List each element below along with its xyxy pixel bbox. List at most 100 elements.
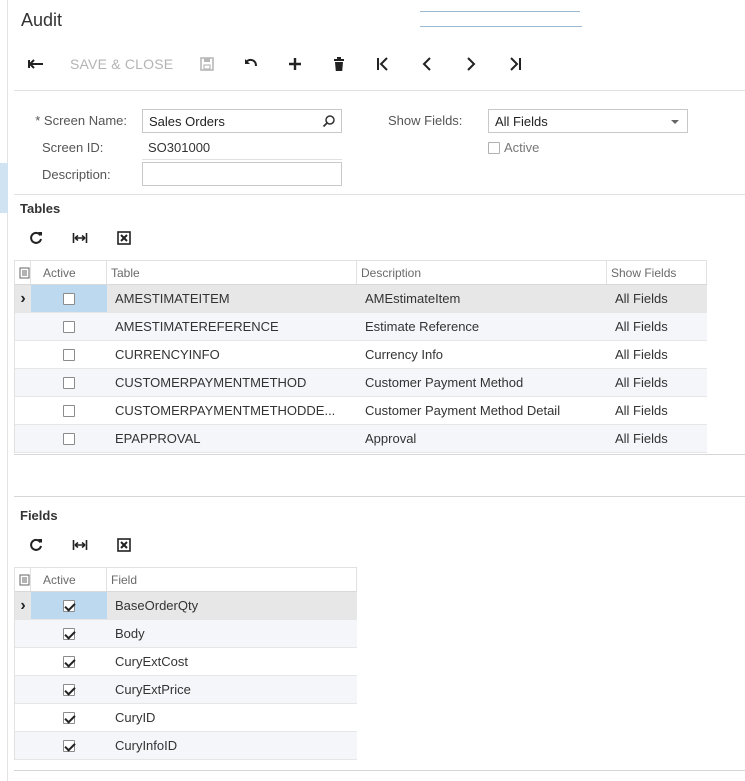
show-fields-select[interactable]: All Fields bbox=[488, 109, 688, 133]
active-cell[interactable] bbox=[31, 313, 107, 340]
active-checkbox[interactable] bbox=[63, 292, 75, 305]
description-cell[interactable]: Currency Info bbox=[357, 341, 607, 368]
active-cell[interactable] bbox=[31, 397, 107, 424]
row-selector[interactable] bbox=[15, 648, 31, 675]
active-checkbox[interactable] bbox=[63, 655, 75, 668]
table-row[interactable]: AMESTIMATEREFERENCE Estimate Reference All… bbox=[15, 313, 707, 341]
description-cell[interactable]: AMEstimateItem bbox=[357, 285, 607, 312]
save-close-button[interactable]: SAVE & CLOSE bbox=[58, 48, 185, 80]
field-name-cell[interactable]: CuryExtPrice bbox=[107, 676, 357, 703]
next-record-button[interactable] bbox=[449, 48, 493, 80]
table-name-cell[interactable]: AMESTIMATEITEM bbox=[107, 285, 357, 312]
active-cell[interactable] bbox=[31, 341, 107, 368]
table-name-cell[interactable]: EPAPPROVAL bbox=[107, 425, 357, 452]
column-chooser-icon[interactable] bbox=[15, 568, 31, 591]
row-selector[interactable] bbox=[15, 704, 31, 731]
first-record-button[interactable] bbox=[361, 48, 405, 80]
row-selector[interactable] bbox=[15, 676, 31, 703]
show-fields-cell[interactable]: All Fields bbox=[607, 425, 707, 452]
previous-record-button[interactable] bbox=[405, 48, 449, 80]
header-description[interactable]: Description bbox=[357, 261, 607, 284]
active-cell[interactable] bbox=[31, 620, 107, 647]
active-checkbox[interactable] bbox=[488, 141, 500, 154]
active-checkbox[interactable] bbox=[63, 739, 75, 752]
current-row-indicator[interactable]: › bbox=[15, 592, 31, 619]
active-checkbox[interactable] bbox=[63, 711, 75, 724]
active-checkbox[interactable] bbox=[63, 432, 75, 445]
active-checkbox[interactable] bbox=[63, 320, 75, 333]
active-toggle[interactable]: Active bbox=[488, 140, 539, 155]
header-active[interactable]: Active bbox=[31, 568, 107, 591]
active-cell[interactable] bbox=[31, 704, 107, 731]
table-row[interactable]: › BaseOrderQty bbox=[15, 592, 357, 620]
active-cell[interactable] bbox=[31, 285, 107, 312]
delete-button[interactable] bbox=[317, 48, 361, 80]
back-button[interactable] bbox=[14, 48, 58, 80]
active-cell[interactable] bbox=[31, 592, 107, 619]
column-chooser-icon[interactable] bbox=[15, 261, 31, 284]
add-button[interactable] bbox=[273, 48, 317, 80]
tables-fit-width-button[interactable] bbox=[58, 226, 102, 250]
header-active[interactable]: Active bbox=[31, 261, 107, 284]
header-show-fields[interactable]: Show Fields bbox=[607, 261, 707, 284]
table-name-cell[interactable]: CUSTOMERPAYMENTMETHOD bbox=[107, 369, 357, 396]
fields-refresh-button[interactable] bbox=[14, 533, 58, 557]
active-cell[interactable] bbox=[31, 676, 107, 703]
show-fields-cell[interactable]: All Fields bbox=[607, 397, 707, 424]
field-name-cell[interactable]: BaseOrderQty bbox=[107, 592, 357, 619]
save-button[interactable] bbox=[185, 48, 229, 80]
active-checkbox[interactable] bbox=[63, 348, 75, 361]
description-cell[interactable]: Approval bbox=[357, 425, 607, 452]
field-name-cell[interactable]: CuryExtCost bbox=[107, 648, 357, 675]
undo-button[interactable] bbox=[229, 48, 273, 80]
row-selector[interactable] bbox=[15, 313, 31, 340]
fields-export-excel-button[interactable] bbox=[102, 533, 146, 557]
fields-fit-width-button[interactable] bbox=[58, 533, 102, 557]
row-selector[interactable] bbox=[15, 397, 31, 424]
active-cell[interactable] bbox=[31, 648, 107, 675]
active-checkbox[interactable] bbox=[63, 376, 75, 389]
table-row[interactable]: CuryExtPrice bbox=[15, 676, 357, 704]
row-selector[interactable] bbox=[15, 425, 31, 452]
table-row[interactable]: Body bbox=[15, 620, 357, 648]
active-checkbox[interactable] bbox=[63, 683, 75, 696]
row-selector[interactable] bbox=[15, 732, 31, 759]
show-fields-cell[interactable]: All Fields bbox=[607, 369, 707, 396]
table-row[interactable]: CURRENCYINFO Currency Info All Fields bbox=[15, 341, 707, 369]
description-input[interactable] bbox=[142, 162, 342, 186]
table-name-cell[interactable]: CURRENCYINFO bbox=[107, 341, 357, 368]
table-row[interactable]: CUSTOMERPAYMENTMETHOD Customer Payment Me… bbox=[15, 369, 707, 397]
field-name-cell[interactable]: CuryID bbox=[107, 704, 357, 731]
table-row[interactable]: CuryID bbox=[15, 704, 357, 732]
active-checkbox[interactable] bbox=[63, 599, 75, 612]
active-cell[interactable] bbox=[31, 369, 107, 396]
tables-export-excel-button[interactable] bbox=[102, 226, 146, 250]
active-cell[interactable] bbox=[31, 425, 107, 452]
table-row[interactable]: CUSTOMERPAYMENTMETHODDE... Customer Payme… bbox=[15, 397, 707, 425]
table-row[interactable]: CuryExtCost bbox=[15, 648, 357, 676]
active-cell[interactable] bbox=[31, 732, 107, 759]
show-fields-cell[interactable]: All Fields bbox=[607, 313, 707, 340]
table-row[interactable]: EPAPPROVAL Approval All Fields bbox=[15, 425, 707, 453]
table-name-cell[interactable]: CUSTOMERPAYMENTMETHODDE... bbox=[107, 397, 357, 424]
last-record-button[interactable] bbox=[493, 48, 537, 80]
current-row-indicator[interactable]: › bbox=[15, 285, 31, 312]
tables-refresh-button[interactable] bbox=[14, 226, 58, 250]
description-cell[interactable]: Customer Payment Method Detail bbox=[357, 397, 607, 424]
description-cell[interactable]: Estimate Reference bbox=[357, 313, 607, 340]
screen-name-input[interactable]: Sales Orders bbox=[142, 109, 342, 133]
row-selector[interactable] bbox=[15, 341, 31, 368]
description-cell[interactable]: Customer Payment Method bbox=[357, 369, 607, 396]
show-fields-cell[interactable]: All Fields bbox=[607, 285, 707, 312]
search-icon[interactable] bbox=[322, 114, 336, 128]
table-row[interactable]: CuryInfoID bbox=[15, 732, 357, 760]
row-selector[interactable] bbox=[15, 369, 31, 396]
active-checkbox[interactable] bbox=[63, 627, 75, 640]
table-name-cell[interactable]: AMESTIMATEREFERENCE bbox=[107, 313, 357, 340]
show-fields-cell[interactable]: All Fields bbox=[607, 341, 707, 368]
header-table[interactable]: Table bbox=[107, 261, 357, 284]
header-field[interactable]: Field bbox=[107, 568, 357, 591]
field-name-cell[interactable]: CuryInfoID bbox=[107, 732, 357, 759]
active-checkbox[interactable] bbox=[63, 404, 75, 417]
row-selector[interactable] bbox=[15, 620, 31, 647]
